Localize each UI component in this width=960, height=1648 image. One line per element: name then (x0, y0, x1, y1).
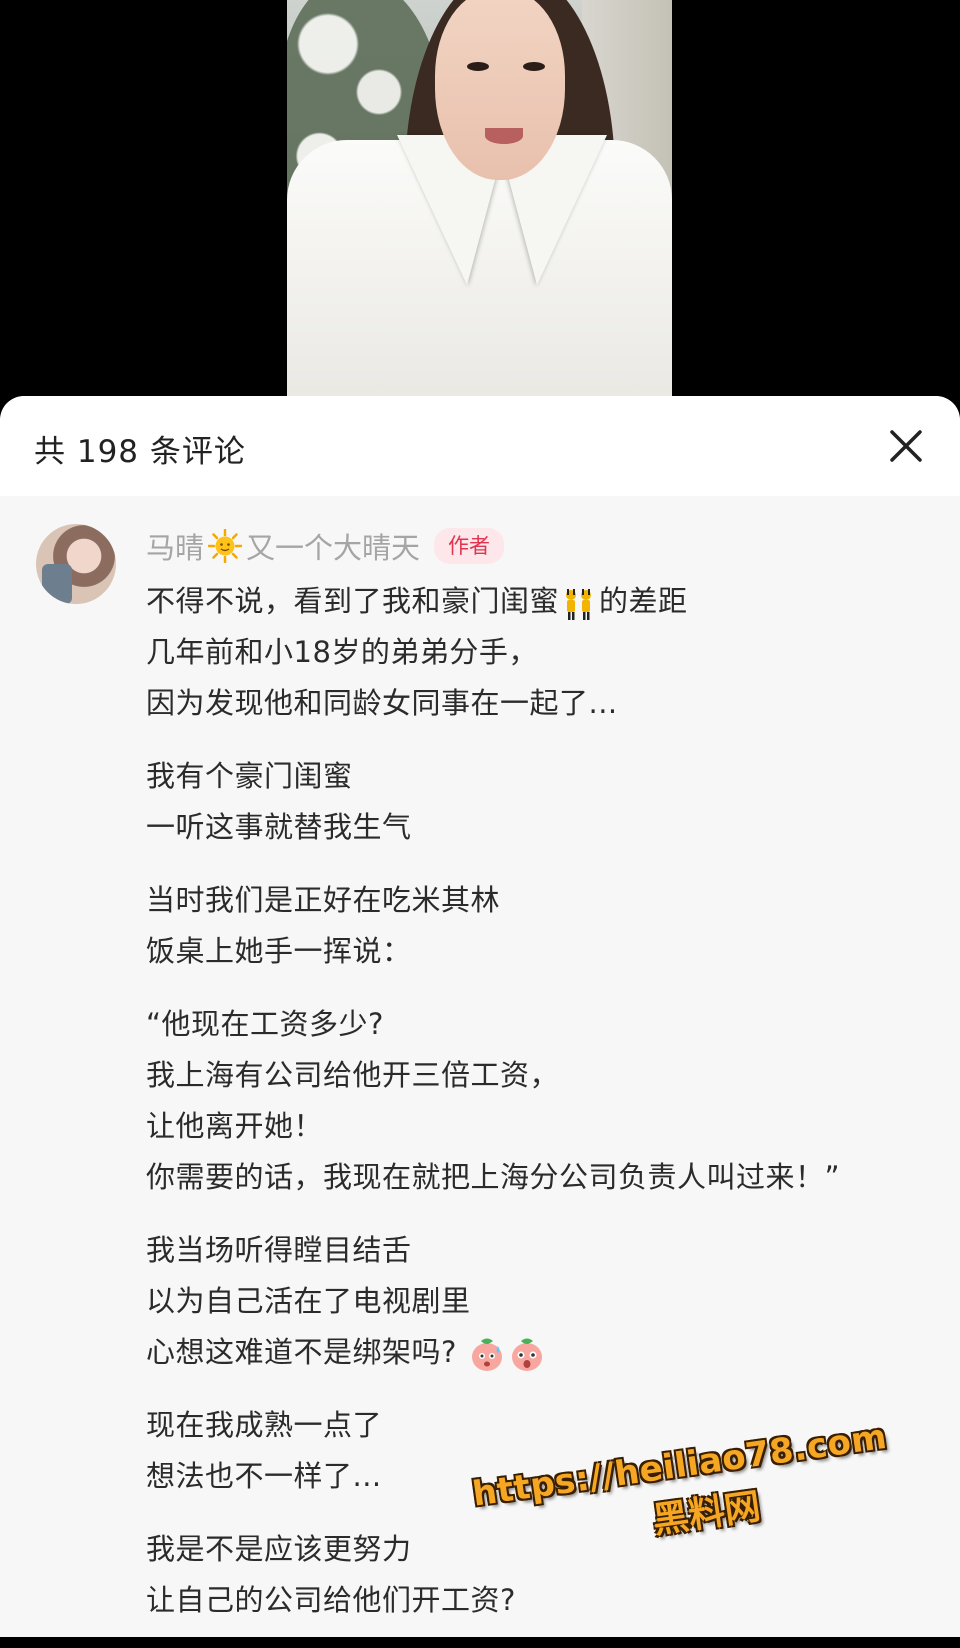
video-frame[interactable] (287, 0, 672, 400)
author-badge: 作者 (434, 528, 505, 564)
comment-line: 让自己的公司给他们开工资? (146, 1583, 516, 1617)
comment-line: 我上海有公司给他开三倍工资， (146, 1058, 560, 1092)
close-button[interactable] (886, 426, 926, 466)
mouth (485, 128, 523, 144)
comments-count-title: 共 198 条评论 (34, 434, 246, 470)
face-shape (435, 0, 565, 180)
comment-line: 饭桌上她手一挥说： (146, 934, 412, 968)
comment-text: 不得不说，看到了我和豪门闺蜜 (146, 584, 560, 618)
comment-line: 因为发现他和同龄女同事在一起了... (146, 686, 618, 720)
left-eye (467, 62, 489, 71)
comment-line: 想法也不一样了... (146, 1459, 382, 1493)
comment-line: 不得不说，看到了我和豪门闺蜜 的差距 (146, 576, 926, 627)
comment-paragraph: 我是不是应该更努力 让自己的公司给他们开工资? (146, 1524, 926, 1626)
sun-emoji-icon (208, 529, 243, 563)
video-player[interactable] (0, 0, 960, 420)
comment-line: “他现在工资多少? (146, 1007, 384, 1041)
close-icon (890, 430, 922, 462)
peach-sweat-emoji-icon (471, 1338, 502, 1371)
dancing-twins-emoji-icon (566, 589, 592, 620)
comment-line: 让他离开她！ (146, 1109, 324, 1143)
comment-paragraph: 当时我们是正好在吃米其林 饭桌上她手一挥说： (146, 875, 926, 977)
comments-header: 共 198 条评论 (0, 396, 960, 496)
comment-line: 几年前和小18岁的弟弟分手， (146, 635, 538, 669)
comment-line: 我有个豪门闺蜜 (146, 759, 353, 793)
right-eye (523, 62, 545, 71)
comment-line: 心想这难道不是绑架吗? (146, 1327, 926, 1378)
comment-line: 以为自己活在了电视剧里 (146, 1284, 471, 1318)
author-name-part1[interactable]: 马晴 (146, 525, 204, 567)
comment-text: 的差距 (599, 584, 688, 618)
author-name-part2[interactable]: 又一个大晴天 (246, 525, 420, 567)
peach-shock-emoji-icon (511, 1338, 542, 1371)
comment-line: 现在我成熟一点了 (146, 1408, 383, 1442)
comment-paragraph: “他现在工资多少? 我上海有公司给他开三倍工资， 让他离开她！ 你需要的话，我现… (146, 999, 926, 1203)
comment-paragraph: 不得不说，看到了我和豪门闺蜜 的差距 几年前和小18岁的弟弟分手， 因为发现他和… (146, 576, 926, 729)
comment-line: 当时我们是正好在吃米其林 (146, 883, 501, 917)
comment-body[interactable]: 不得不说，看到了我和豪门闺蜜 的差距 几年前和小18岁的弟弟分手， 因为发现他和… (146, 576, 926, 1648)
comment-line: 你需要的话，我现在就把上海分公司负责人叫过来！” (146, 1160, 841, 1194)
comment-paragraph: 现在我成熟一点了 想法也不一样了... (146, 1400, 926, 1502)
comment-line: 一听这事就替我生气 (146, 810, 412, 844)
comment-line: 我是不是应该更努力 (146, 1532, 412, 1566)
comment-text: 心想这难道不是绑架吗? (146, 1335, 457, 1369)
comment-paragraph: 我当场听得瞠目结舌 以为自己活在了电视剧里 心想这难道不是绑架吗? (146, 1225, 926, 1378)
author-row: 马晴 又一个大晴天 作者 (146, 525, 505, 567)
comment-line: 我当场听得瞠目结舌 (146, 1233, 412, 1267)
avatar[interactable] (36, 524, 116, 604)
comment-paragraph: 我有个豪门闺蜜 一听这事就替我生气 (146, 751, 926, 853)
